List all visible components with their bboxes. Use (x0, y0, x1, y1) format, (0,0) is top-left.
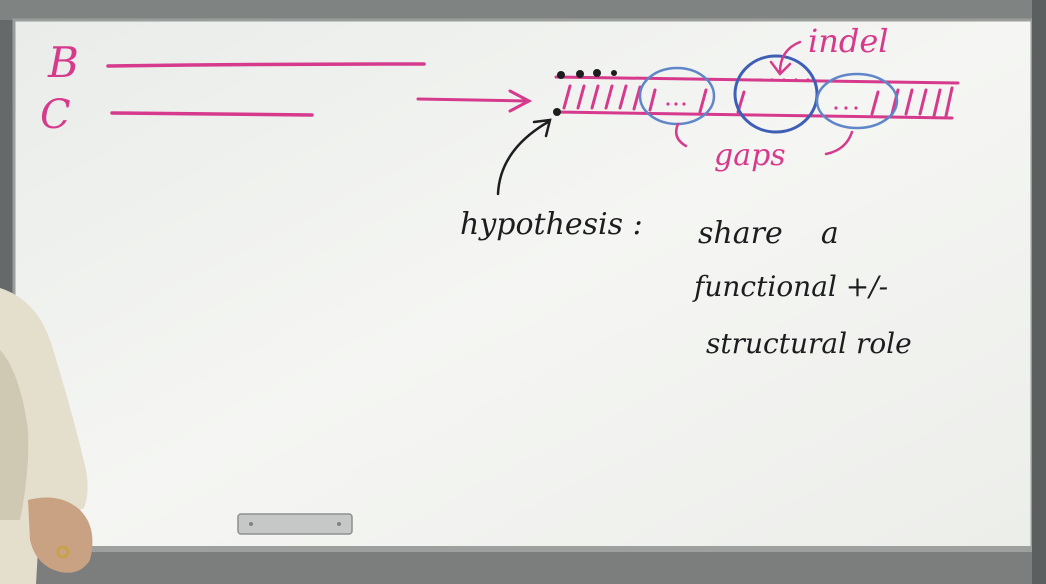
board-top-trim (0, 0, 1046, 20)
sequence-line-b (106, 62, 426, 68)
label-gaps: gaps (714, 138, 786, 173)
clip-screw-left (249, 522, 253, 526)
hypothesis-line-1: share a (698, 216, 839, 251)
label-c: C (40, 92, 71, 138)
whiteboard-scene: B C indel gaps hypothesis : share a func… (0, 0, 1046, 584)
hypothesis-line-2: functional +/- (692, 270, 888, 303)
board-clip (237, 513, 353, 535)
hypothesis-label: hypothesis : (460, 207, 643, 242)
clip-screw-right (337, 522, 341, 526)
hypothesis-line-3: structural role (706, 327, 912, 360)
label-indel: indel (808, 22, 889, 60)
marker-tray (0, 548, 1046, 584)
label-b: B (47, 38, 79, 87)
right-edge-post (1032, 0, 1046, 584)
tray-lip (0, 546, 1046, 552)
sequence-line-c (110, 111, 314, 117)
